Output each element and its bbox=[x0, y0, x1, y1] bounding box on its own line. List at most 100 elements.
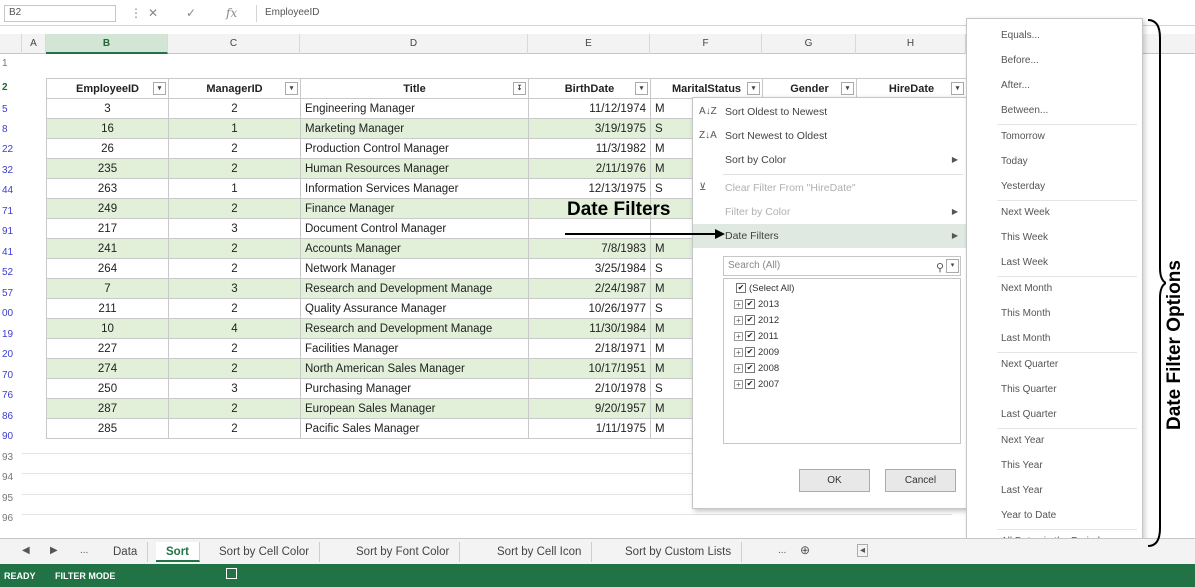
column-header[interactable]: A bbox=[22, 34, 46, 54]
table-cell[interactable]: 10/26/1977 bbox=[528, 298, 651, 319]
filter-dropdown-icon[interactable]: ▾ bbox=[635, 82, 648, 95]
table-cell[interactable]: 274 bbox=[46, 358, 169, 379]
table-cell[interactable]: 1/11/1975 bbox=[528, 418, 651, 439]
date-filter-option[interactable]: This Week bbox=[967, 225, 1142, 250]
column-header[interactable]: C bbox=[168, 34, 300, 54]
row-number[interactable]: 8 bbox=[0, 124, 22, 135]
date-filter-option[interactable]: This Year bbox=[967, 453, 1142, 478]
table-cell[interactable]: 11/30/1984 bbox=[528, 318, 651, 339]
date-filter-option[interactable]: Equals... bbox=[967, 23, 1142, 48]
table-cell[interactable]: Information Services Manager bbox=[300, 178, 529, 199]
row-number[interactable]: 5 bbox=[0, 104, 22, 115]
filter-active-icon[interactable]: ▾ bbox=[951, 82, 964, 95]
select-all-corner[interactable] bbox=[0, 34, 22, 54]
checkbox-icon[interactable]: ✔ bbox=[745, 363, 755, 374]
header-gender[interactable]: Gender ▾ bbox=[762, 78, 857, 99]
date-filter-option[interactable]: This Quarter bbox=[967, 377, 1142, 402]
table-cell[interactable]: 2 bbox=[168, 238, 301, 259]
table-cell[interactable]: 2/24/1987 bbox=[528, 278, 651, 299]
table-cell[interactable]: Facilities Manager bbox=[300, 338, 529, 359]
sort-by-color[interactable]: Sort by Color ▶ bbox=[693, 148, 966, 172]
table-cell[interactable]: Production Control Manager bbox=[300, 138, 529, 159]
header-employeeid[interactable]: EmployeeID ▾ bbox=[46, 78, 169, 99]
header-birthdate[interactable]: BirthDate ▾ bbox=[528, 78, 651, 99]
table-cell[interactable]: 2 bbox=[168, 418, 301, 439]
date-filter-option[interactable]: Next Quarter bbox=[967, 352, 1142, 377]
row-number[interactable]: 52 bbox=[0, 267, 22, 278]
expand-icon[interactable]: + bbox=[734, 363, 743, 373]
column-header[interactable]: D bbox=[300, 34, 528, 54]
table-cell[interactable]: 2 bbox=[168, 98, 301, 119]
table-cell[interactable]: 2 bbox=[168, 298, 301, 319]
checkbox-icon[interactable]: ✔ bbox=[745, 347, 755, 358]
sheet-tab[interactable]: Sort by Font Color bbox=[346, 542, 461, 562]
row-number[interactable]: 94 bbox=[0, 472, 22, 483]
row-number[interactable]: 19 bbox=[0, 329, 22, 340]
header-title[interactable]: Title ↧ bbox=[300, 78, 529, 99]
date-filter-option[interactable]: Last Year bbox=[967, 478, 1142, 503]
table-cell[interactable]: 241 bbox=[46, 238, 169, 259]
table-cell[interactable]: 2/10/1978 bbox=[528, 378, 651, 399]
sheet-tab-active[interactable]: Sort bbox=[156, 542, 200, 562]
add-sheet-icon[interactable]: ⊕ bbox=[800, 543, 810, 557]
date-filter-option[interactable]: Last Week bbox=[967, 250, 1142, 275]
date-filter-option[interactable]: Today bbox=[967, 149, 1142, 174]
expand-icon[interactable]: + bbox=[734, 331, 743, 341]
table-cell[interactable]: 287 bbox=[46, 398, 169, 419]
table-cell[interactable]: 4 bbox=[168, 318, 301, 339]
name-box[interactable]: B2 bbox=[4, 5, 116, 22]
table-cell[interactable]: 16 bbox=[46, 118, 169, 139]
checkbox-icon[interactable]: ✔ bbox=[736, 283, 746, 294]
column-header[interactable]: E bbox=[528, 34, 650, 54]
table-cell[interactable]: 2 bbox=[168, 258, 301, 279]
table-cell[interactable]: 26 bbox=[46, 138, 169, 159]
table-cell[interactable]: 2 bbox=[168, 198, 301, 219]
column-header[interactable]: F bbox=[650, 34, 762, 54]
cancel-icon[interactable]: ✕ bbox=[148, 6, 158, 20]
row-number[interactable]: 32 bbox=[0, 165, 22, 176]
sort-newest-to-oldest[interactable]: Z↓A Sort Newest to Oldest bbox=[693, 124, 966, 148]
filter-dropdown-icon[interactable]: ▾ bbox=[153, 82, 166, 95]
scroll-left-icon[interactable]: ◀ bbox=[22, 545, 30, 556]
filter-search-input[interactable]: Search (All) ⚲ ▾ bbox=[723, 256, 961, 276]
date-filter-option[interactable]: Between... bbox=[967, 98, 1142, 123]
search-dropdown-icon[interactable]: ▾ bbox=[946, 259, 959, 273]
more-sheets-icon[interactable]: ... bbox=[778, 545, 786, 556]
header-maritalstatus[interactable]: MaritalStatus ▾ bbox=[650, 78, 763, 99]
filter-dropdown-icon[interactable]: ▾ bbox=[841, 82, 854, 95]
tree-year[interactable]: + ✔ 2008 bbox=[734, 361, 779, 377]
tree-year[interactable]: + ✔ 2013 bbox=[734, 297, 779, 313]
tree-year[interactable]: + ✔ 2009 bbox=[734, 345, 779, 361]
table-cell[interactable]: 211 bbox=[46, 298, 169, 319]
expand-icon[interactable]: + bbox=[734, 347, 743, 357]
date-filter-option[interactable]: Next Year bbox=[967, 428, 1142, 453]
date-filter-option[interactable]: Last Month bbox=[967, 326, 1142, 351]
formula-input[interactable]: EmployeeID bbox=[256, 5, 956, 22]
column-header[interactable]: G bbox=[762, 34, 856, 54]
table-cell[interactable]: 3/19/1975 bbox=[528, 118, 651, 139]
table-cell[interactable]: Accounts Manager bbox=[300, 238, 529, 259]
table-cell[interactable]: Quality Assurance Manager bbox=[300, 298, 529, 319]
checkbox-icon[interactable]: ✔ bbox=[745, 315, 755, 326]
filter-dropdown-icon[interactable]: ▾ bbox=[747, 82, 760, 95]
sort-filter-icon[interactable]: ↧ bbox=[513, 82, 526, 95]
table-cell[interactable]: 9/20/1957 bbox=[528, 398, 651, 419]
expand-icon[interactable]: + bbox=[734, 379, 743, 389]
row-number[interactable]: 70 bbox=[0, 370, 22, 381]
table-cell[interactable]: 249 bbox=[46, 198, 169, 219]
row-number[interactable]: 20 bbox=[0, 349, 22, 360]
table-cell[interactable]: Marketing Manager bbox=[300, 118, 529, 139]
table-cell[interactable]: 1 bbox=[168, 178, 301, 199]
table-cell[interactable]: 264 bbox=[46, 258, 169, 279]
table-cell[interactable]: 235 bbox=[46, 158, 169, 179]
row-number[interactable]: 95 bbox=[0, 493, 22, 504]
table-cell[interactable]: 2 bbox=[168, 158, 301, 179]
table-cell[interactable]: 1 bbox=[168, 118, 301, 139]
row-number[interactable]: 90 bbox=[0, 431, 22, 442]
row-number[interactable]: 96 bbox=[0, 513, 22, 524]
tree-year[interactable]: + ✔ 2011 bbox=[734, 329, 778, 345]
ok-button[interactable]: OK bbox=[799, 469, 870, 492]
header-hiredate[interactable]: HireDate ▾ bbox=[856, 78, 967, 99]
table-cell[interactable]: Finance Manager bbox=[300, 198, 529, 219]
table-cell[interactable]: Pacific Sales Manager bbox=[300, 418, 529, 439]
